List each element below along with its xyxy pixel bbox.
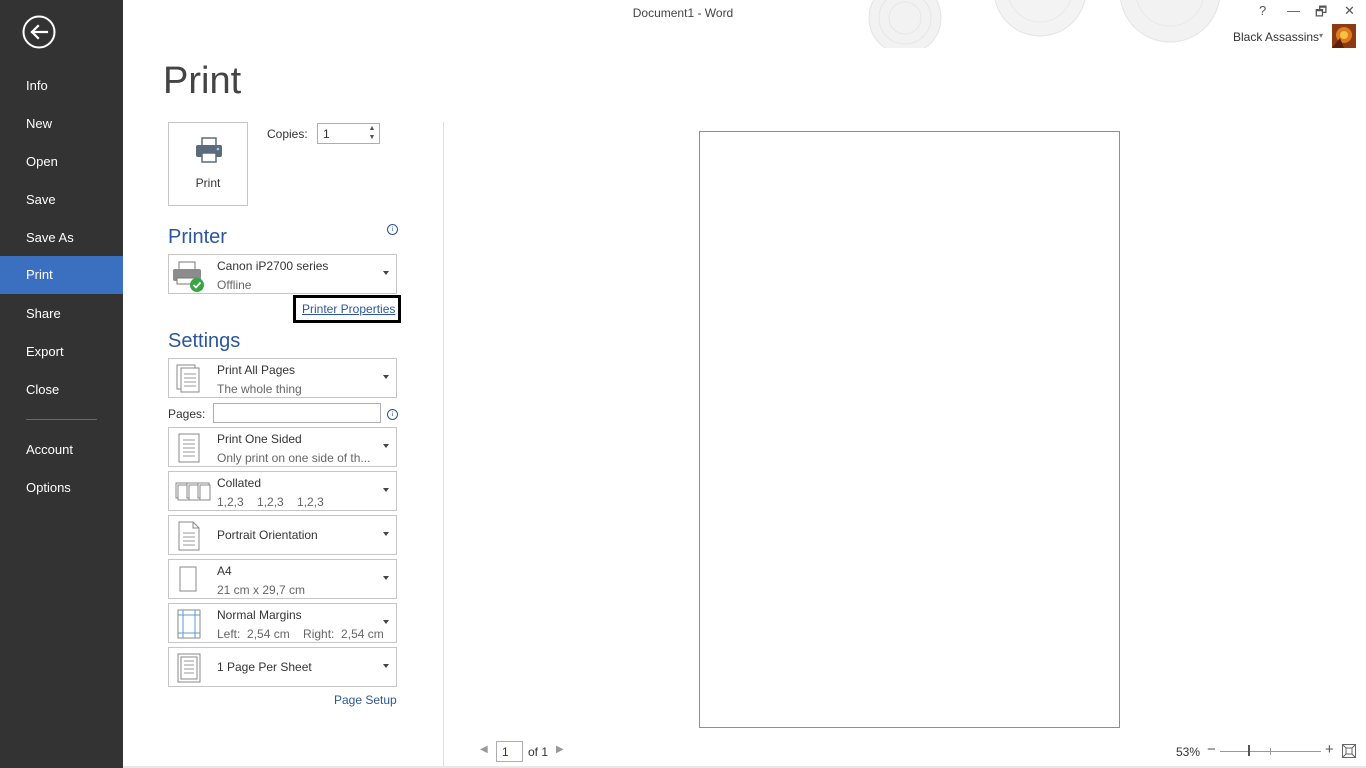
printer-name: Canon iP2700 series — [217, 259, 329, 273]
copies-up-icon[interactable]: ▲ — [367, 125, 377, 133]
chevron-down-icon — [383, 271, 389, 275]
orientation-title: Portrait Orientation — [217, 528, 318, 542]
copies-stepper[interactable]: 1 ▲ ▼ — [317, 123, 380, 144]
back-button[interactable] — [22, 15, 56, 49]
page-setup-link[interactable]: Page Setup — [334, 693, 397, 707]
settings-heading: Settings — [168, 330, 241, 352]
printer-icon — [196, 137, 222, 163]
sides-title: Print One Sided — [217, 432, 302, 446]
printer-ready-icon — [173, 261, 204, 292]
paper-size-title: A4 — [217, 564, 232, 578]
copies-value[interactable]: 1 — [323, 127, 330, 141]
sidebar-item-options[interactable]: Options — [0, 469, 123, 507]
minimize-button[interactable]: — — [1287, 3, 1300, 18]
print-button[interactable]: Print — [168, 122, 248, 206]
sides-select[interactable]: Print One Sided Only print on one side o… — [168, 427, 397, 467]
one-sided-page-icon — [178, 433, 200, 463]
back-arrow-icon[interactable] — [22, 15, 56, 49]
chevron-down-icon — [383, 576, 389, 580]
sidebar-item-account[interactable]: Account — [0, 431, 123, 469]
zoom-out-button[interactable]: − — [1207, 741, 1216, 758]
sidebar-item-print[interactable]: Print — [0, 256, 123, 294]
sides-subtitle: Only print on one side of th... — [217, 451, 371, 465]
print-preview-page — [699, 131, 1120, 728]
account-caret-icon[interactable]: ▾ — [1319, 31, 1323, 40]
chevron-down-icon — [383, 532, 389, 536]
pages-input[interactable] — [213, 403, 381, 423]
copies-label: Copies: — [267, 127, 308, 141]
chevron-down-icon — [383, 620, 389, 624]
sidebar-item-info[interactable]: Info — [0, 67, 123, 105]
pages-label: Pages: — [168, 407, 206, 421]
collation-subtitle: 1,2,3 1,2,3 1,2,3 — [217, 495, 324, 509]
collated-icon — [175, 482, 211, 501]
margins-select[interactable]: Normal Margins Left: 2,54 cm Right: 2,54… — [168, 603, 397, 643]
collation-select[interactable]: Collated 1,2,3 1,2,3 1,2,3 — [168, 471, 397, 511]
print-button-label: Print — [195, 176, 221, 190]
avatar[interactable] — [1332, 24, 1356, 48]
collation-title: Collated — [217, 476, 262, 490]
printer-heading: Printer — [168, 226, 227, 248]
chevron-down-icon — [383, 375, 389, 379]
printer-select[interactable]: Canon iP2700 series Offline — [168, 254, 397, 294]
chevron-down-icon — [383, 664, 389, 668]
title-bar-decoration — [860, 0, 1220, 48]
sidebar-item-share[interactable]: Share — [0, 295, 123, 333]
pages-per-sheet-select[interactable]: 1 Page Per Sheet — [168, 647, 397, 687]
paper-size-subtitle: 21 cm x 29,7 cm — [217, 583, 306, 597]
next-page-icon[interactable]: ▶ — [556, 744, 564, 755]
print-range-title: Print All Pages — [217, 363, 296, 377]
zoom-in-button[interactable]: + — [1325, 741, 1334, 758]
pages-info-icon[interactable]: i — [387, 409, 398, 420]
chevron-down-icon — [383, 488, 389, 492]
account-name[interactable]: Black Assassins — [1233, 30, 1319, 44]
printer-properties-link[interactable]: Printer Properties — [293, 295, 401, 323]
zoom-slider-thumb[interactable] — [1248, 745, 1250, 756]
page-per-sheet-icon — [177, 653, 201, 683]
previous-page-icon[interactable]: ◀ — [480, 744, 488, 755]
paper-size-select[interactable]: A4 21 cm x 29,7 cm — [168, 559, 397, 599]
zoom-level[interactable]: 53% — [1176, 745, 1200, 759]
orientation-select[interactable]: Portrait Orientation — [168, 515, 397, 555]
page-count: of 1 — [528, 745, 549, 759]
zoom-slider-center-tick — [1270, 748, 1271, 755]
sidebar-item-export[interactable]: Export — [0, 333, 123, 371]
pages-per-sheet-title: 1 Page Per Sheet — [217, 660, 312, 674]
close-window-button[interactable]: ✕ — [1344, 3, 1355, 19]
margins-subtitle: Left: 2,54 cm Right: 2,54 cm — [217, 627, 384, 641]
print-range-subtitle: The whole thing — [217, 382, 302, 396]
printer-status: Offline — [217, 278, 252, 292]
help-button[interactable]: ? — [1259, 3, 1266, 18]
page-title: Print — [163, 60, 242, 102]
restore-button[interactable]: 🗗 — [1315, 3, 1327, 25]
sidebar-item-save[interactable]: Save — [0, 181, 123, 219]
pages-stack-icon — [176, 364, 200, 393]
sidebar-item-open[interactable]: Open — [0, 143, 123, 181]
copies-down-icon[interactable]: ▼ — [367, 134, 377, 142]
panel-divider — [443, 122, 444, 768]
margins-icon — [177, 609, 201, 639]
portrait-page-icon — [178, 521, 200, 551]
current-page-input[interactable]: 1 — [496, 741, 523, 762]
sidebar-divider — [26, 419, 97, 420]
sidebar-item-new[interactable]: New — [0, 105, 123, 143]
printer-properties-label[interactable]: Printer Properties — [302, 302, 395, 316]
printer-info-icon[interactable]: i — [387, 224, 398, 235]
zoom-to-page-icon[interactable] — [1342, 744, 1356, 758]
sidebar-item-close[interactable]: Close — [0, 371, 123, 409]
backstage-sidebar: Info New Open Save Save As Print Share E… — [0, 0, 123, 768]
print-range-select[interactable]: Print All Pages The whole thing — [168, 358, 397, 398]
chevron-down-icon — [383, 444, 389, 448]
sidebar-item-save-as[interactable]: Save As — [0, 219, 123, 257]
margins-title: Normal Margins — [217, 608, 302, 622]
paper-size-icon — [179, 566, 197, 592]
